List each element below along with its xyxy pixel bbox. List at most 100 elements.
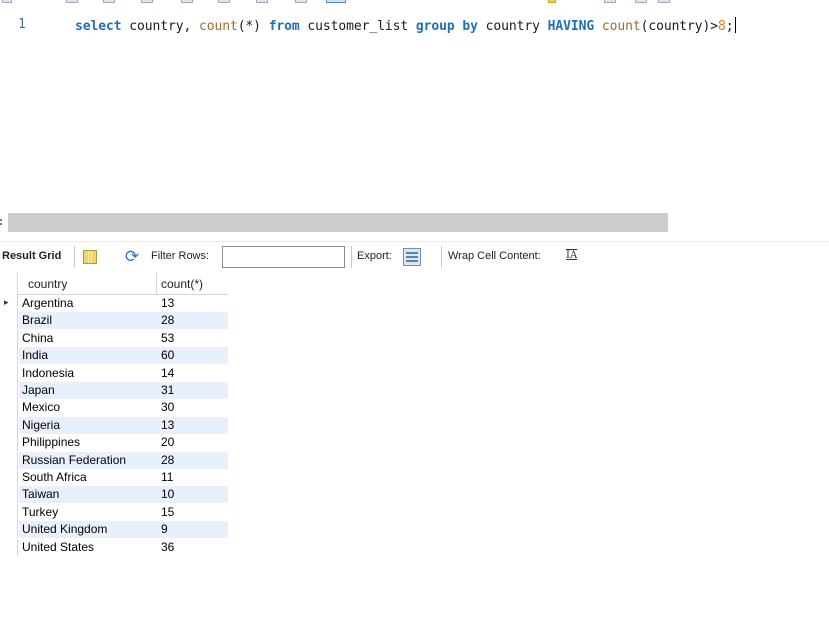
- row-header-gutter: [0, 273, 18, 295]
- row-gutter[interactable]: [0, 434, 18, 452]
- column-header-country[interactable]: country: [19, 273, 157, 295]
- toolbar-icon[interactable]: [658, 0, 670, 3]
- cell-country[interactable]: Mexico: [19, 399, 157, 416]
- toolbar-icon[interactable]: [295, 0, 307, 3]
- row-gutter[interactable]: [0, 312, 18, 330]
- cell-count[interactable]: 30: [157, 399, 228, 416]
- row-gutter[interactable]: [0, 486, 18, 504]
- sql-function: count: [601, 19, 641, 34]
- table-row[interactable]: United States 36: [0, 538, 228, 556]
- cell-country[interactable]: United Kingdom: [19, 521, 157, 539]
- table-row[interactable]: Russian Federation 28: [0, 451, 228, 469]
- row-gutter[interactable]: [0, 364, 18, 382]
- toolbar-icon[interactable]: [103, 0, 115, 3]
- row-gutter[interactable]: [0, 347, 18, 365]
- toolbar-icon[interactable]: [181, 0, 193, 3]
- filter-rows-input[interactable]: [222, 246, 345, 268]
- toolbar-icon[interactable]: [326, 0, 346, 3]
- toolbar-icon[interactable]: [2, 0, 12, 3]
- result-grid-label[interactable]: Result Grid: [2, 250, 61, 262]
- sql-editor[interactable]: 1 select country, count(*) from customer…: [0, 4, 829, 209]
- row-gutter[interactable]: [0, 503, 18, 521]
- splitter-grip[interactable]: [0, 219, 4, 225]
- cell-count[interactable]: 20: [157, 434, 228, 451]
- row-gutter[interactable]: [0, 521, 18, 539]
- cell-country[interactable]: Nigeria: [19, 416, 157, 434]
- row-gutter[interactable]: [0, 329, 18, 347]
- table-row[interactable]: India 60: [0, 347, 228, 365]
- cell-count[interactable]: 28: [157, 451, 228, 469]
- cell-count[interactable]: 60: [157, 347, 228, 365]
- cell-count[interactable]: 53: [157, 330, 228, 347]
- cell-country[interactable]: United States: [19, 539, 157, 556]
- sql-text: ;: [725, 19, 734, 34]
- sql-keyword: select: [75, 19, 122, 34]
- wrap-cell-content-label: Wrap Cell Content:: [448, 250, 541, 262]
- table-row[interactable]: China 53: [0, 329, 228, 347]
- cell-country[interactable]: Japan: [19, 382, 157, 399]
- toolbar-icon[interactable]: [256, 0, 268, 3]
- table-row[interactable]: United Kingdom 9: [0, 521, 228, 539]
- horizontal-scrollbar[interactable]: [8, 213, 668, 232]
- cell-count[interactable]: 13: [157, 295, 228, 312]
- table-row[interactable]: ▸ Argentina 13: [0, 295, 228, 312]
- cell-country[interactable]: Turkey: [19, 504, 157, 521]
- current-row-pointer-icon: ▸: [4, 298, 9, 308]
- cell-count[interactable]: 31: [157, 382, 228, 399]
- sql-text: (*): [237, 19, 269, 34]
- cell-count[interactable]: 13: [157, 416, 228, 434]
- toolbar-icon[interactable]: [218, 0, 230, 3]
- cell-count[interactable]: 15: [157, 504, 228, 521]
- cell-count[interactable]: 11: [157, 469, 228, 486]
- sql-text: country: [477, 19, 548, 34]
- cell-count[interactable]: 36: [157, 539, 228, 556]
- table-row[interactable]: Taiwan 10: [0, 486, 228, 504]
- row-gutter[interactable]: [0, 382, 18, 399]
- toolbar-icon[interactable]: [141, 0, 153, 3]
- cell-count[interactable]: 28: [157, 312, 228, 330]
- table-row[interactable]: Japan 31: [0, 382, 228, 399]
- table-row[interactable]: Philippines 20: [0, 434, 228, 452]
- table-row[interactable]: Brazil 28: [0, 312, 228, 330]
- row-gutter[interactable]: [0, 469, 18, 486]
- refresh-icon[interactable]: ⟳: [122, 247, 142, 267]
- text-caret: [734, 17, 736, 33]
- cell-country[interactable]: Brazil: [19, 312, 157, 330]
- toolbar-icon[interactable]: [66, 0, 78, 3]
- toolbar-icon[interactable]: [604, 0, 616, 3]
- table-row[interactable]: Nigeria 13: [0, 416, 228, 434]
- row-gutter[interactable]: [0, 538, 18, 556]
- grid-view-icon[interactable]: [83, 250, 97, 264]
- toolbar-icon[interactable]: [548, 0, 556, 3]
- cell-country[interactable]: Russian Federation: [19, 451, 157, 469]
- cell-country[interactable]: Argentina: [19, 295, 157, 312]
- table-row[interactable]: Indonesia 14: [0, 364, 228, 382]
- wrap-cell-icon[interactable]: IA: [566, 250, 577, 261]
- sql-text: (country)>: [640, 19, 719, 34]
- cell-country[interactable]: Indonesia: [19, 365, 157, 382]
- sql-query-line[interactable]: select country, count(*) from customer_l…: [75, 17, 736, 34]
- table-row[interactable]: Mexico 30: [0, 399, 228, 417]
- cell-country[interactable]: China: [19, 330, 157, 347]
- sql-keyword: from: [268, 19, 300, 34]
- toolbar-icon[interactable]: [635, 0, 647, 3]
- table-row[interactable]: Turkey 15: [0, 503, 228, 521]
- export-icon[interactable]: [403, 248, 421, 266]
- cell-country[interactable]: Philippines: [19, 434, 157, 451]
- row-gutter[interactable]: ▸: [0, 295, 18, 312]
- cell-country[interactable]: South Africa: [19, 469, 157, 486]
- row-gutter[interactable]: [0, 399, 18, 417]
- result-toolbar: Result Grid ⟳ Filter Rows: Export: Wrap …: [0, 241, 829, 271]
- column-header-count[interactable]: count(*): [157, 273, 228, 295]
- row-gutter[interactable]: [0, 451, 18, 469]
- export-label: Export:: [357, 250, 392, 262]
- cell-country[interactable]: India: [19, 347, 157, 365]
- row-gutter[interactable]: [0, 416, 18, 434]
- cell-count[interactable]: 9: [157, 521, 228, 539]
- table-row[interactable]: South Africa 11: [0, 469, 228, 486]
- sql-keyword: HAVING: [547, 19, 595, 34]
- cell-count[interactable]: 14: [157, 365, 228, 382]
- cell-count[interactable]: 10: [157, 486, 228, 504]
- toolbar-separator: [351, 246, 352, 268]
- cell-country[interactable]: Taiwan: [19, 486, 157, 504]
